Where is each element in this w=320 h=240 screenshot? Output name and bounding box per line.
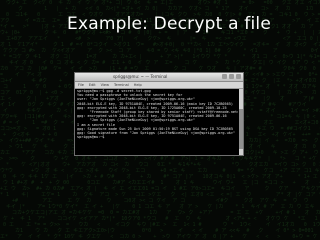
terminal-line: spriggs@mu:~$ bbox=[77, 135, 107, 140]
terminal-title: spriggs@mu: ~ — Terminal bbox=[113, 74, 168, 79]
maximize-icon[interactable] bbox=[229, 74, 234, 79]
menu-item-edit[interactable]: Edit bbox=[89, 82, 96, 88]
close-icon[interactable] bbox=[236, 74, 241, 79]
terminal-menu-bar: File Edit View Terminal Help bbox=[75, 82, 243, 89]
window-controls bbox=[222, 74, 241, 79]
terminal-window[interactable]: spriggs@mu: ~ — Terminal File Edit View … bbox=[74, 72, 244, 156]
terminal-scrollbar[interactable] bbox=[239, 89, 243, 155]
scroll-thumb[interactable] bbox=[239, 109, 243, 149]
slide-title: Example: Decrypt a file bbox=[67, 14, 272, 34]
menu-item-help[interactable]: Help bbox=[134, 82, 142, 88]
terminal-output[interactable]: spriggs@mu:~$ gpg -d secret.txt.gpg You … bbox=[77, 89, 238, 153]
menu-item-view[interactable]: View bbox=[101, 82, 109, 88]
minimize-icon[interactable] bbox=[222, 74, 227, 79]
menu-item-terminal[interactable]: Terminal bbox=[114, 82, 129, 88]
terminal-title-bar[interactable]: spriggs@mu: ~ — Terminal bbox=[75, 73, 243, 82]
menu-item-file[interactable]: File bbox=[78, 82, 84, 88]
